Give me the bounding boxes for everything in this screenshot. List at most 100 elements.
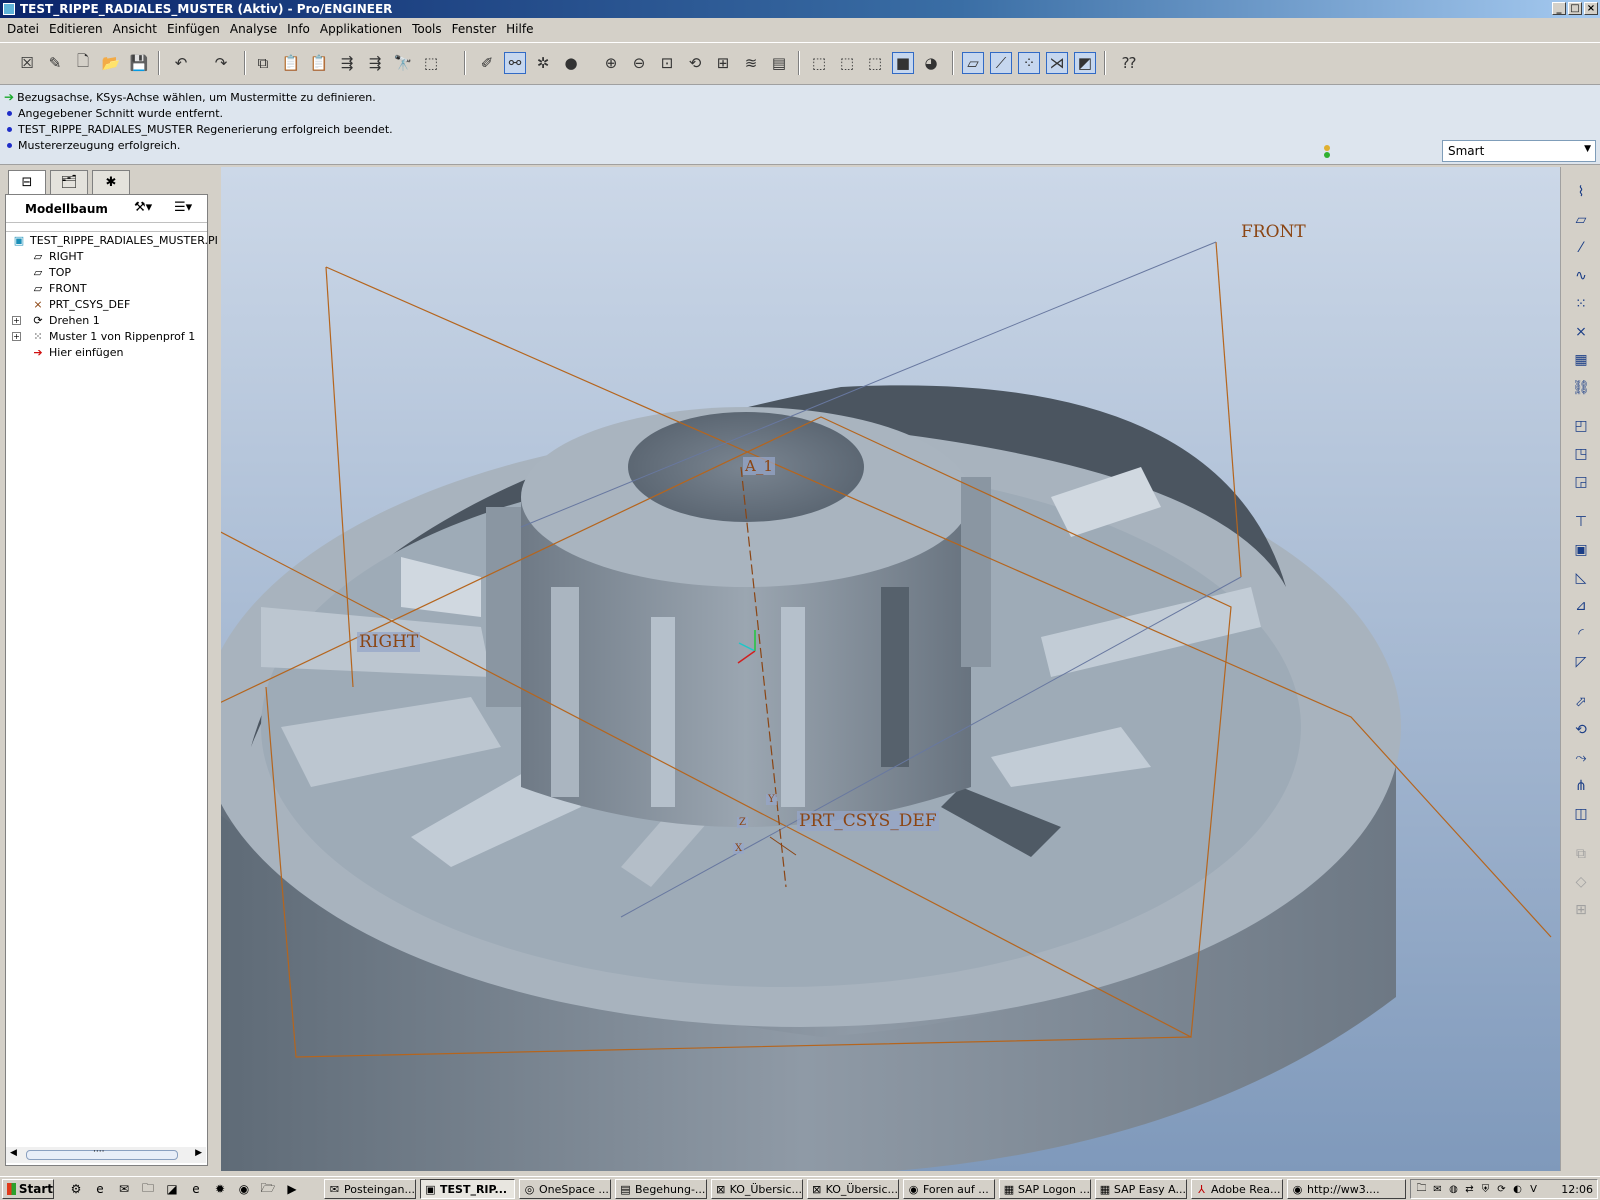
viewer-icon[interactable]: ◪ [164,1181,180,1197]
datum-points-icon[interactable]: ⁘ [1018,52,1040,74]
regenerate-manager-icon[interactable]: ⇶ [364,52,386,74]
tray-folder-icon[interactable]: 🗀 [1415,1183,1428,1196]
datum-label-csys[interactable]: PRT_CSYS_DEF [797,811,939,831]
outlook-icon[interactable]: ✉ [116,1181,132,1197]
pattern-icon[interactable]: ⊞ [1570,899,1592,921]
sketch-icon[interactable]: ✐ [476,52,498,74]
tray-antivirus-icon[interactable]: V [1527,1183,1540,1196]
tree-node-revolve[interactable]: + ⟳ Drehen 1 [12,312,100,328]
datum-display-icon[interactable]: ⚯ [504,52,526,74]
explorer-icon[interactable]: 🗀 [140,1181,156,1197]
datum-axis-icon[interactable]: ⁄ [1570,237,1592,259]
save-icon[interactable]: 💾 [128,52,150,74]
taskbar-app-active[interactable]: ▣ TEST_RIP... [420,1179,515,1199]
selection-filter-dropdown[interactable]: Smart ▼ [1442,140,1596,162]
tray-outlook-icon[interactable]: ◍ [1447,1183,1460,1196]
open-folder-icon[interactable]: 📂 [100,52,122,74]
favorites-tab-icon[interactable]: ✱ [92,170,130,194]
tree-node-part[interactable]: ▣ TEST_RIPPE_RADIALES_MUSTER.PI [12,232,218,248]
find-icon[interactable]: 🔭 [392,52,414,74]
media-icon[interactable]: ▶ [284,1181,300,1197]
datum-axes-icon[interactable]: ⟋ [990,52,1012,74]
taskbar-app[interactable]: ◉ Foren auf ... [903,1179,995,1199]
close-window-icon[interactable]: ☒ [16,52,38,74]
layers-icon[interactable]: ≋ [740,52,762,74]
settings-icon[interactable]: ✹ [212,1181,228,1197]
shaded-icon[interactable]: ■ [892,52,914,74]
tree-node-pattern[interactable]: + ⁙ Muster 1 von Rippenprof 1 [12,328,195,344]
wireframe-icon[interactable]: ⬚ [808,52,830,74]
shell-icon[interactable]: ▣ [1570,539,1592,561]
extrude-icon[interactable]: ⬀ [1570,691,1592,713]
datum-label-front[interactable]: FRONT [1241,222,1306,242]
menu-analyse[interactable]: Analyse [225,22,282,36]
menu-tools[interactable]: Tools [407,22,447,36]
annotations-icon[interactable]: ◩ [1074,52,1096,74]
regenerate-icon[interactable]: ⇶ [336,52,358,74]
menu-fenster[interactable]: Fenster [447,22,502,36]
intent-reference-icon[interactable]: ◳ [1570,443,1592,465]
chamfer-icon[interactable]: ◸ [1570,651,1592,673]
folder-icon[interactable]: 🗁 [260,1181,276,1197]
scrollbar-thumb[interactable]: ···· [26,1147,178,1160]
view-manager-icon[interactable]: ▤ [768,52,790,74]
tree-settings-icon[interactable]: ⚒▾ [134,200,152,215]
tree-node-insert-here[interactable]: ➔ Hier einfügen [31,344,123,360]
menu-info[interactable]: Info [282,22,315,36]
context-help-icon[interactable]: ⁇ [1118,52,1140,74]
scroll-right-icon[interactable]: ▶ [195,1148,202,1158]
datum-point-icon[interactable]: ⁙ [1570,293,1592,315]
tree-node-front[interactable]: ▱ FRONT [31,280,87,296]
menu-ansicht[interactable]: Ansicht [108,22,162,36]
ie-icon[interactable]: e [92,1181,108,1197]
datum-curve-icon[interactable]: ∿ [1570,265,1592,287]
tray-mail-icon[interactable]: ✉ [1431,1183,1444,1196]
minimize-button[interactable]: _ [1552,2,1566,15]
tree-columns-icon[interactable]: ☰▾ [174,200,192,215]
coordinate-icon[interactable]: ◲ [1570,471,1592,493]
scroll-left-icon[interactable]: ◀ [10,1148,17,1158]
edit-icon[interactable]: ✎ [44,52,66,74]
tree-node-csys[interactable]: ⨯ PRT_CSYS_DEF [31,296,130,312]
hidden-line-icon[interactable]: ⬚ [836,52,858,74]
menu-hilfe[interactable]: Hilfe [501,22,538,36]
taskbar-app[interactable]: ⊠ KO_Übersic... [711,1179,803,1199]
copy-icon[interactable]: ⧉ [252,52,274,74]
tree-horizontal-scrollbar[interactable]: ◀ ···· ▶ [6,1147,206,1163]
tree-node-top[interactable]: ▱ TOP [31,264,71,280]
draft-icon[interactable]: ⊿ [1570,595,1592,617]
reorient-icon[interactable]: ⟲ [684,52,706,74]
merge-icon[interactable]: ⧉ [1570,843,1592,865]
expand-icon[interactable]: + [12,315,21,325]
refit-icon[interactable]: ⊡ [656,52,678,74]
datum-label-axis[interactable]: A_1 [743,457,775,475]
paste-special-icon[interactable]: 📋 [308,52,330,74]
datum-plane-tool-icon[interactable]: ⌇ [1570,181,1592,203]
taskbar-app[interactable]: ⅄ Adobe Rea... [1191,1179,1283,1199]
menu-editieren[interactable]: Editieren [44,22,108,36]
maximize-button[interactable]: □ [1568,2,1582,15]
new-file-icon[interactable]: 🗋 [72,52,94,74]
quicklaunch-icon[interactable]: ⚙ [68,1181,84,1197]
datum-planes-icon[interactable]: ▱ [962,52,984,74]
menu-einfuegen[interactable]: Einfügen [162,22,225,36]
analysis-feature-icon[interactable]: ▦ [1570,349,1592,371]
datum-plane-icon[interactable]: ▱ [1570,209,1592,231]
redo-icon[interactable]: ↷ [210,52,232,74]
shading-icon[interactable]: ● [560,52,582,74]
taskbar-app[interactable]: ◉ http://ww3.... [1287,1179,1406,1199]
revolve-icon[interactable]: ⟲ [1570,719,1592,741]
round-icon[interactable]: ◜ [1570,623,1592,645]
select-box-icon[interactable]: ⬚ [420,52,442,74]
taskbar-app[interactable]: ✉ Posteingan... [324,1179,416,1199]
folder-browser-tab-icon[interactable]: 🗂 [50,170,88,194]
firefox-icon[interactable]: ◉ [236,1181,252,1197]
tray-volume-icon[interactable]: ◐ [1511,1183,1524,1196]
saved-views-icon[interactable]: ⊞ [712,52,734,74]
clock[interactable]: 12:06 [1561,1183,1593,1196]
graphics-viewport[interactable]: FRONT RIGHT A_1 PRT_CSYS_DEF Y Z X [221,167,1560,1171]
coord-systems-icon[interactable]: ⋊ [1046,52,1068,74]
datum-label-right[interactable]: RIGHT [357,632,421,652]
rib-icon[interactable]: ◺ [1570,567,1592,589]
paste-icon[interactable]: 📋 [280,52,302,74]
